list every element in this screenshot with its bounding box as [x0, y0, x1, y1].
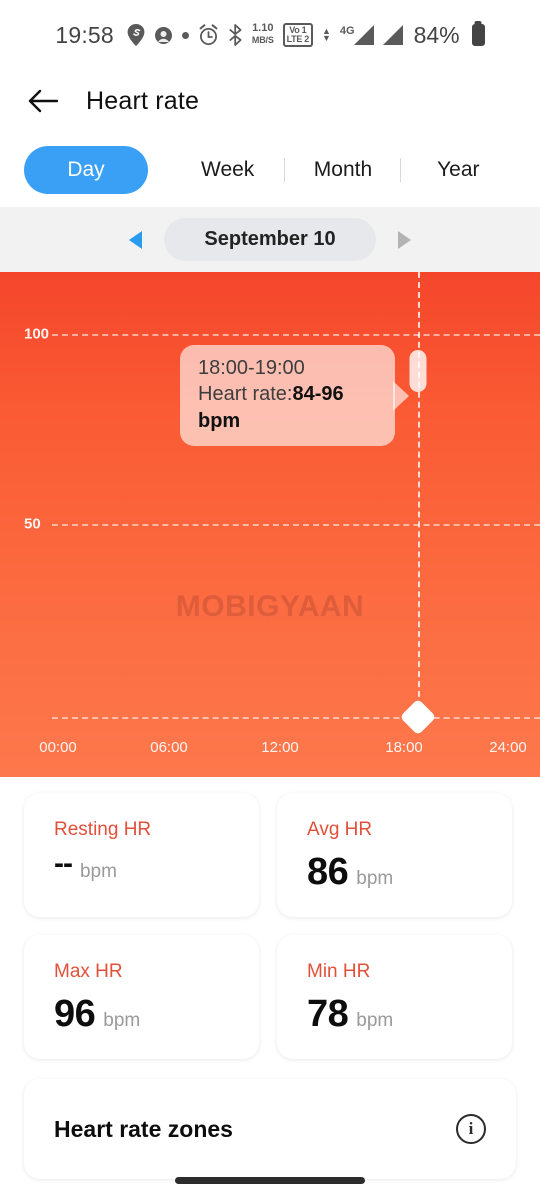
- chart-tooltip: 18:00-19:00 Heart rate:84-96 bpm: [180, 345, 395, 447]
- location-icon: [127, 24, 145, 46]
- date-navigator: September 10: [0, 207, 540, 272]
- watermark: MOBIGYAAN: [175, 590, 365, 623]
- next-day-icon[interactable]: [397, 230, 411, 249]
- x-tick-label-2: 12:00: [261, 739, 299, 756]
- app-bar: Heart rate: [0, 70, 540, 132]
- stat-card-min-hr[interactable]: Min HR 78 bpm: [277, 935, 512, 1059]
- stat-card-max-hr[interactable]: Max HR 96 bpm: [24, 935, 259, 1059]
- network-speed-value: 1.10: [252, 22, 274, 35]
- selection-line: [418, 272, 420, 717]
- data-bar-18[interactable]: [409, 350, 427, 392]
- x-axis: 00:00 06:00 12:00 18:00 24:00: [0, 739, 540, 759]
- tab-week[interactable]: Week: [170, 146, 285, 194]
- x-tick-label-0: 00:00: [39, 739, 77, 756]
- tooltip-time-range: 18:00-19:00: [198, 357, 305, 379]
- app-screen: 19:58 1.10 MB/S Vo 1 LTE 2 ▲ ▼ 4G 84% He…: [0, 0, 540, 1200]
- stat-unit: bpm: [356, 868, 394, 889]
- dot-icon: [181, 31, 189, 39]
- network-type-label: 4G: [339, 25, 355, 37]
- gridline-0: [52, 717, 540, 719]
- stat-unit: bpm: [79, 861, 117, 882]
- status-bar: 19:58 1.10 MB/S Vo 1 LTE 2 ▲ ▼ 4G 84%: [0, 0, 540, 70]
- volte-icon: Vo 1 LTE 2: [282, 23, 313, 47]
- stat-unit: bpm: [103, 1010, 141, 1031]
- back-arrow-icon[interactable]: [28, 88, 58, 114]
- status-bar-clock: 19:58: [55, 21, 114, 48]
- stat-label: Avg HR: [307, 819, 373, 840]
- y-tick-label-100: 100: [24, 325, 50, 343]
- y-tick-label-50: 50: [24, 515, 41, 533]
- network-speed-indicator: 1.10 MB/S: [252, 23, 274, 46]
- stat-unit: bpm: [356, 1010, 394, 1031]
- selection-marker-icon[interactable]: [399, 698, 437, 736]
- stat-card-avg-hr[interactable]: Avg HR 86 bpm: [277, 793, 512, 917]
- stat-value: 96: [54, 993, 96, 1035]
- x-tick-label-3: 18:00: [385, 739, 423, 756]
- stat-value: --: [54, 847, 73, 880]
- heart-rate-zones-title: Heart rate zones: [54, 1115, 233, 1142]
- stat-card-resting-hr[interactable]: Resting HR -- bpm: [24, 793, 259, 917]
- data-transfer-icon: ▲ ▼: [321, 26, 331, 43]
- tooltip-metric-label: Heart rate:: [198, 383, 293, 406]
- stat-value: 86: [307, 851, 349, 893]
- signal-sim1-icon: 4G: [340, 25, 374, 45]
- x-tick-label-4: 24:00: [489, 739, 527, 756]
- heart-rate-chart[interactable]: 100 50 MOBIGYAAN 18:00-19:00 Heart rate:…: [0, 272, 540, 777]
- selected-date-label[interactable]: September 10: [164, 218, 376, 261]
- gridline-100: [52, 334, 540, 336]
- tab-year[interactable]: Year: [401, 146, 516, 194]
- signal-sim2-icon: [382, 25, 403, 45]
- x-tick-label-1: 06:00: [150, 739, 188, 756]
- alarm-icon: [198, 24, 219, 46]
- stat-label: Resting HR: [54, 819, 152, 840]
- app-badge-icon: [154, 26, 173, 45]
- period-tabs: Day Week Month Year: [0, 132, 540, 207]
- volte-line2: LTE 2: [286, 34, 310, 44]
- info-icon[interactable]: i: [456, 1114, 486, 1144]
- tab-month[interactable]: Month: [285, 146, 400, 194]
- gridline-50: [52, 524, 540, 526]
- network-speed-unit: MB/S: [251, 35, 274, 45]
- home-gesture-bar[interactable]: [175, 1177, 365, 1184]
- stat-value: 78: [307, 993, 349, 1035]
- heart-rate-zones-card[interactable]: Heart rate zones i: [24, 1079, 516, 1179]
- battery-icon: [471, 24, 485, 46]
- page-title: Heart rate: [86, 86, 200, 115]
- battery-percent-label: 84%: [413, 21, 460, 48]
- signal-bars-1: [353, 25, 374, 45]
- stat-label: Min HR: [307, 961, 371, 982]
- stat-label: Max HR: [54, 961, 123, 982]
- previous-day-icon[interactable]: [129, 230, 143, 249]
- bluetooth-icon: [228, 24, 243, 46]
- stat-cards: Resting HR -- bpm Avg HR 86 bpm Max HR 9…: [0, 777, 540, 1059]
- tab-day[interactable]: Day: [24, 145, 148, 194]
